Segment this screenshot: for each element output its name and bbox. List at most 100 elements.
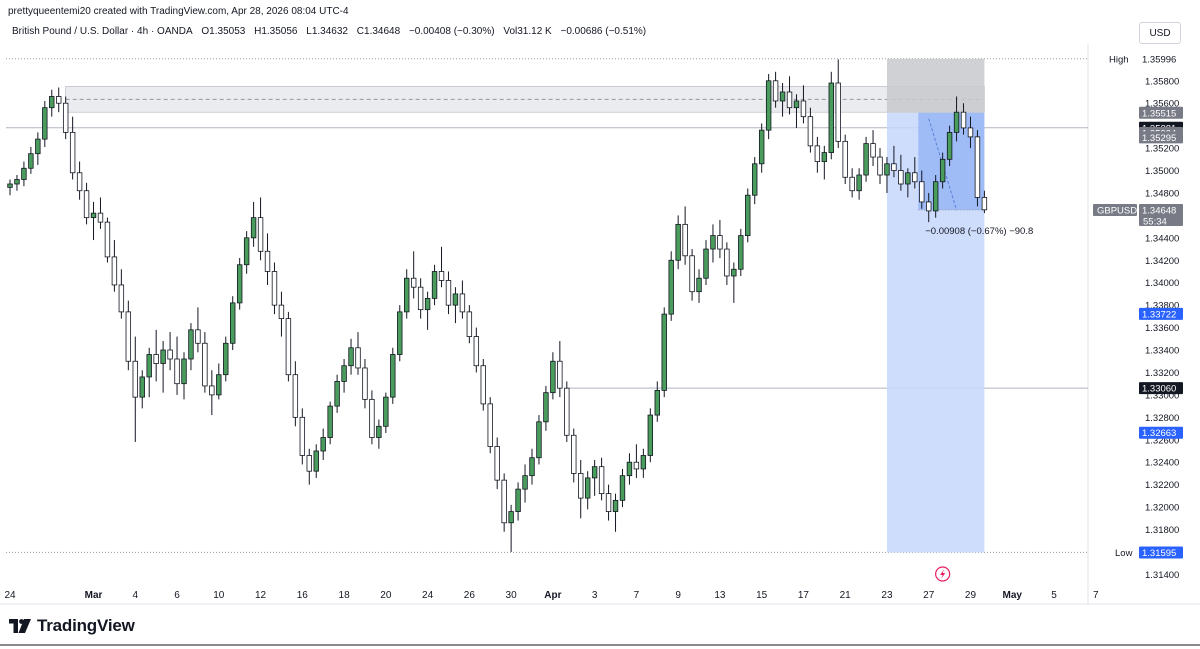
candle[interactable] [494,437,500,490]
price-chart[interactable]: −0.00908 (−0.67%) −90.81.314001.316001.3… [0,0,1200,649]
candle[interactable] [83,182,90,225]
candle[interactable] [285,311,292,382]
candle[interactable] [598,457,605,501]
candle[interactable] [417,278,424,319]
candle[interactable] [174,336,180,395]
candle[interactable] [209,370,215,416]
candle[interactable] [313,444,319,478]
candle[interactable] [56,87,62,113]
candle[interactable] [814,136,821,173]
candle[interactable] [557,341,563,398]
candle[interactable] [97,197,104,229]
candle[interactable] [355,332,361,375]
candle[interactable] [480,358,486,411]
candle[interactable] [153,329,159,382]
candle[interactable] [230,296,236,351]
candle[interactable] [731,262,737,303]
candle[interactable] [445,271,452,315]
candle[interactable] [668,251,674,321]
candle[interactable] [758,123,765,173]
candle[interactable] [35,132,41,165]
candle[interactable] [390,347,396,404]
candle[interactable] [236,258,243,310]
candle[interactable] [216,363,222,400]
candle[interactable] [160,341,166,393]
candle[interactable] [49,89,55,117]
candle[interactable] [508,504,514,552]
candle[interactable] [550,352,556,400]
candle[interactable] [724,242,730,285]
candle[interactable] [633,444,640,478]
candle[interactable] [522,464,528,503]
candle[interactable] [383,392,389,434]
candle[interactable] [626,453,633,485]
candle[interactable] [306,448,312,485]
candle[interactable] [863,136,869,182]
candle[interactable] [877,148,883,184]
candle[interactable] [487,397,493,454]
candle[interactable] [292,361,299,427]
candle[interactable] [243,231,250,274]
candle[interactable] [543,385,549,431]
candle[interactable] [619,468,626,508]
candle[interactable] [932,175,939,218]
candle[interactable] [974,130,981,207]
candle[interactable] [703,240,709,285]
candle[interactable] [856,168,862,200]
candle[interactable] [689,249,695,301]
candle[interactable] [376,419,382,449]
candle[interactable] [710,224,716,263]
candle[interactable] [438,246,445,288]
candle[interactable] [647,408,654,463]
candle[interactable] [125,300,132,371]
candle[interactable] [28,146,34,174]
candle[interactable] [821,145,828,180]
candle[interactable] [348,338,354,375]
candle[interactable] [410,251,417,299]
candle[interactable] [42,100,48,147]
candle[interactable] [299,408,306,465]
candle[interactable] [584,471,591,510]
candle[interactable] [473,327,480,373]
candle[interactable] [69,116,76,180]
candle[interactable] [250,201,257,247]
tradingview-logo[interactable]: TradingView [9,616,135,636]
candle[interactable] [835,59,841,149]
candle[interactable] [111,240,118,292]
candle[interactable] [327,401,333,445]
candle[interactable] [132,336,138,443]
candle[interactable] [264,233,271,285]
candle[interactable] [515,482,521,521]
candle[interactable] [139,370,145,409]
candle[interactable] [320,428,326,460]
candle[interactable] [849,168,855,198]
candle[interactable] [696,269,702,303]
candle[interactable] [118,269,125,319]
candle[interactable] [424,291,431,330]
candle[interactable] [90,201,97,241]
candle[interactable] [571,428,577,483]
candle[interactable] [369,390,375,445]
candle[interactable] [870,130,876,167]
candle[interactable] [591,459,598,496]
candle[interactable] [717,219,723,259]
candle[interactable] [62,96,69,140]
candle[interactable] [278,291,285,337]
candle[interactable] [195,307,201,353]
candle[interactable] [640,448,647,478]
candle[interactable] [466,305,473,344]
candle[interactable] [661,307,667,398]
candle[interactable] [452,287,459,324]
candle[interactable] [271,262,278,315]
candle[interactable] [21,161,27,187]
candle[interactable] [104,217,111,263]
candle[interactable] [146,347,152,398]
candle[interactable] [223,336,229,382]
candle[interactable] [564,381,570,443]
candle[interactable] [682,206,688,265]
candle[interactable] [7,179,13,196]
candle[interactable] [404,269,410,319]
candle[interactable] [341,358,347,393]
range-upper-area[interactable] [886,58,985,113]
candle[interactable] [459,280,466,319]
